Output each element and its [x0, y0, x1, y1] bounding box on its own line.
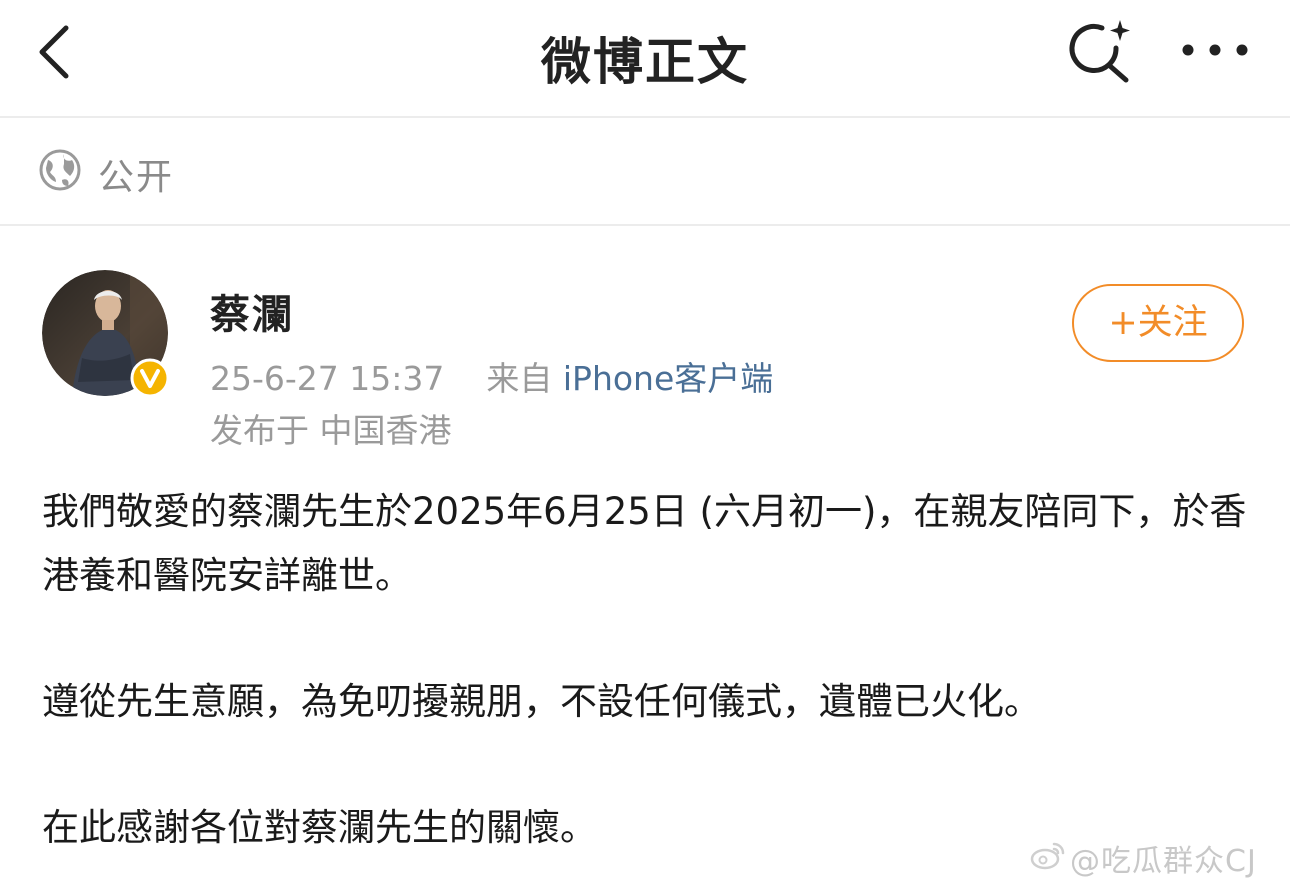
post-body: 我們敬愛的蔡瀾先生於2025年6月25日 (六月初一)，在親友陪同下，於香港養和…: [42, 480, 1252, 860]
top-navigation-bar: 微博正文: [0, 0, 1290, 118]
more-options-button[interactable]: [1178, 30, 1252, 70]
verified-badge: [130, 358, 170, 398]
follow-button[interactable]: +关注: [1072, 284, 1244, 362]
post-source-link[interactable]: iPhone客户端: [563, 359, 773, 398]
search-button[interactable]: [1064, 18, 1136, 88]
post-paragraph: 我們敬愛的蔡瀾先生於2025年6月25日 (六月初一)，在親友陪同下，於香港養和…: [42, 490, 1247, 597]
post-paragraph: 遵從先生意願，為免叨擾親朋，不設任何儀式，遺體已火化。: [42, 680, 1041, 723]
post-timestamp: 25-6-27 15:37: [210, 359, 445, 398]
globe-icon: [39, 149, 81, 191]
source-prefix: 来自: [486, 359, 553, 398]
post-meta: 25-6-27 15:37 来自 iPhone客户端: [210, 352, 773, 400]
author-name[interactable]: 蔡瀾: [210, 282, 294, 340]
more-horizontal-icon: [1182, 44, 1248, 56]
visibility-row: 公开: [0, 118, 1290, 226]
weibo-logo-icon: [1030, 842, 1065, 870]
avatar[interactable]: [42, 270, 170, 398]
watermark-text: @吃瓜群众CJ: [1070, 844, 1257, 879]
visibility-label: 公开: [98, 157, 175, 198]
post-location: 发布于 中国香港: [210, 411, 452, 450]
sparkle-search-icon: [1069, 20, 1130, 83]
